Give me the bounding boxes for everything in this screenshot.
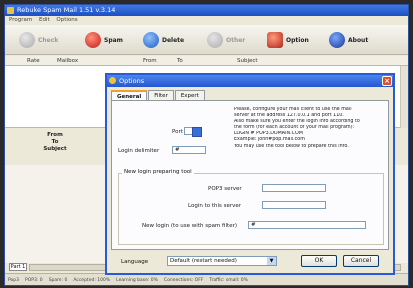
pop3-server-label: POP3 server [208,186,242,192]
login-server-input[interactable] [262,201,326,209]
dialog-tabs: General Filter Expert [111,90,206,100]
ok-button[interactable]: OK [301,255,337,267]
check-button[interactable]: Check [19,29,58,51]
language-label: Language [121,259,149,265]
new-login-label: New login (to use with spam filter) [142,223,237,229]
tools-icon [267,32,283,48]
menu-program[interactable]: Program [9,17,32,23]
tab-expert[interactable]: Expert [174,90,205,100]
toolbar: Check Spam Delete Other Option About [5,25,408,55]
port-label: Port [172,129,183,135]
tab-part-1[interactable]: Part 1 [9,263,27,271]
other-icon [207,32,223,48]
dialog-app-icon [109,77,116,84]
info-line: You may use the tool below to prepare th… [234,143,349,149]
preview-to-label: To [51,139,59,145]
preview-from-label: From [47,132,63,138]
login-tool-group [118,173,384,245]
window-title: Rebuke Spam Mail 1.51 v.3.14 [17,6,116,14]
spam-button[interactable]: Spam [85,29,123,51]
login-delimiter-input[interactable]: # [172,146,206,154]
other-button[interactable]: Other [207,29,245,51]
login-server-label: Login to this server [188,203,242,209]
dialog-title-bar: Options × [107,75,393,87]
check-button-label: Check [38,36,59,44]
preview-header: From To Subject [5,129,105,165]
language-value: Default (restart needed) [170,258,237,264]
cancel-button[interactable]: Cancel [343,255,379,267]
col-to[interactable]: To [177,56,183,66]
col-mailbox[interactable]: Mailbox [57,56,78,66]
app-icon [7,7,14,14]
spam-button-label: Spam [104,36,123,44]
spam-icon [85,32,101,48]
option-button[interactable]: Option [267,29,309,51]
about-button-label: About [348,36,369,44]
status-spam-count: Spam: 0 [48,278,68,283]
vertical-scrollbar[interactable] [400,66,408,128]
status-pop3: Pop3 [8,278,20,283]
check-mail-icon [19,32,35,48]
chevron-down-icon: ▼ [267,257,276,265]
status-learning: Learning base: 0% [116,278,158,283]
about-button[interactable]: About [329,29,368,51]
status-connections: Connections: OFF [163,278,204,283]
status-pop3-count: POP3: 0 [25,278,43,283]
col-from[interactable]: From [143,56,157,66]
login-delimiter-label: Login delimiter [118,148,160,154]
title-bar: Rebuke Spam Mail 1.51 v.3.14 [5,5,408,16]
general-tab-panel: Port Login delimiter # Please, configure… [111,100,389,250]
other-button-label: Other [226,36,246,44]
close-icon[interactable]: × [382,76,392,86]
options-dialog: Options × General Filter Expert Port Log… [105,73,395,275]
language-select[interactable]: Default (restart needed) ▼ [167,256,277,266]
menu-bar: Program Edit Options [5,16,408,25]
new-login-input[interactable]: # [248,221,366,229]
tab-filter[interactable]: Filter [148,90,174,100]
instructions-text: Please, configure your mail client to us… [234,107,386,150]
col-rate[interactable]: Rate [27,56,40,66]
dialog-title: Options [119,77,145,85]
login-tool-group-title: New login preparing tool [122,169,194,175]
status-traffic: Traffic: small: 0% [209,278,248,283]
port-spinner[interactable] [192,127,202,137]
delete-icon [143,32,159,48]
tab-general[interactable]: General [111,90,148,100]
option-button-label: Option [286,36,309,44]
menu-edit[interactable]: Edit [39,17,50,23]
help-icon [329,32,345,48]
status-accepted: Accepted: 100% [73,278,111,283]
column-headers: Rate Mailbox From To Subject [5,56,408,66]
pop3-server-input[interactable] [262,184,326,192]
menu-options[interactable]: Options [56,17,77,23]
delete-button-label: Delete [162,36,185,44]
col-subject[interactable]: Subject [237,56,258,66]
app-window: Rebuke Spam Mail 1.51 v.3.14 Program Edi… [4,4,409,286]
preview-subject-label: Subject [43,146,67,152]
delete-button[interactable]: Delete [143,29,184,51]
